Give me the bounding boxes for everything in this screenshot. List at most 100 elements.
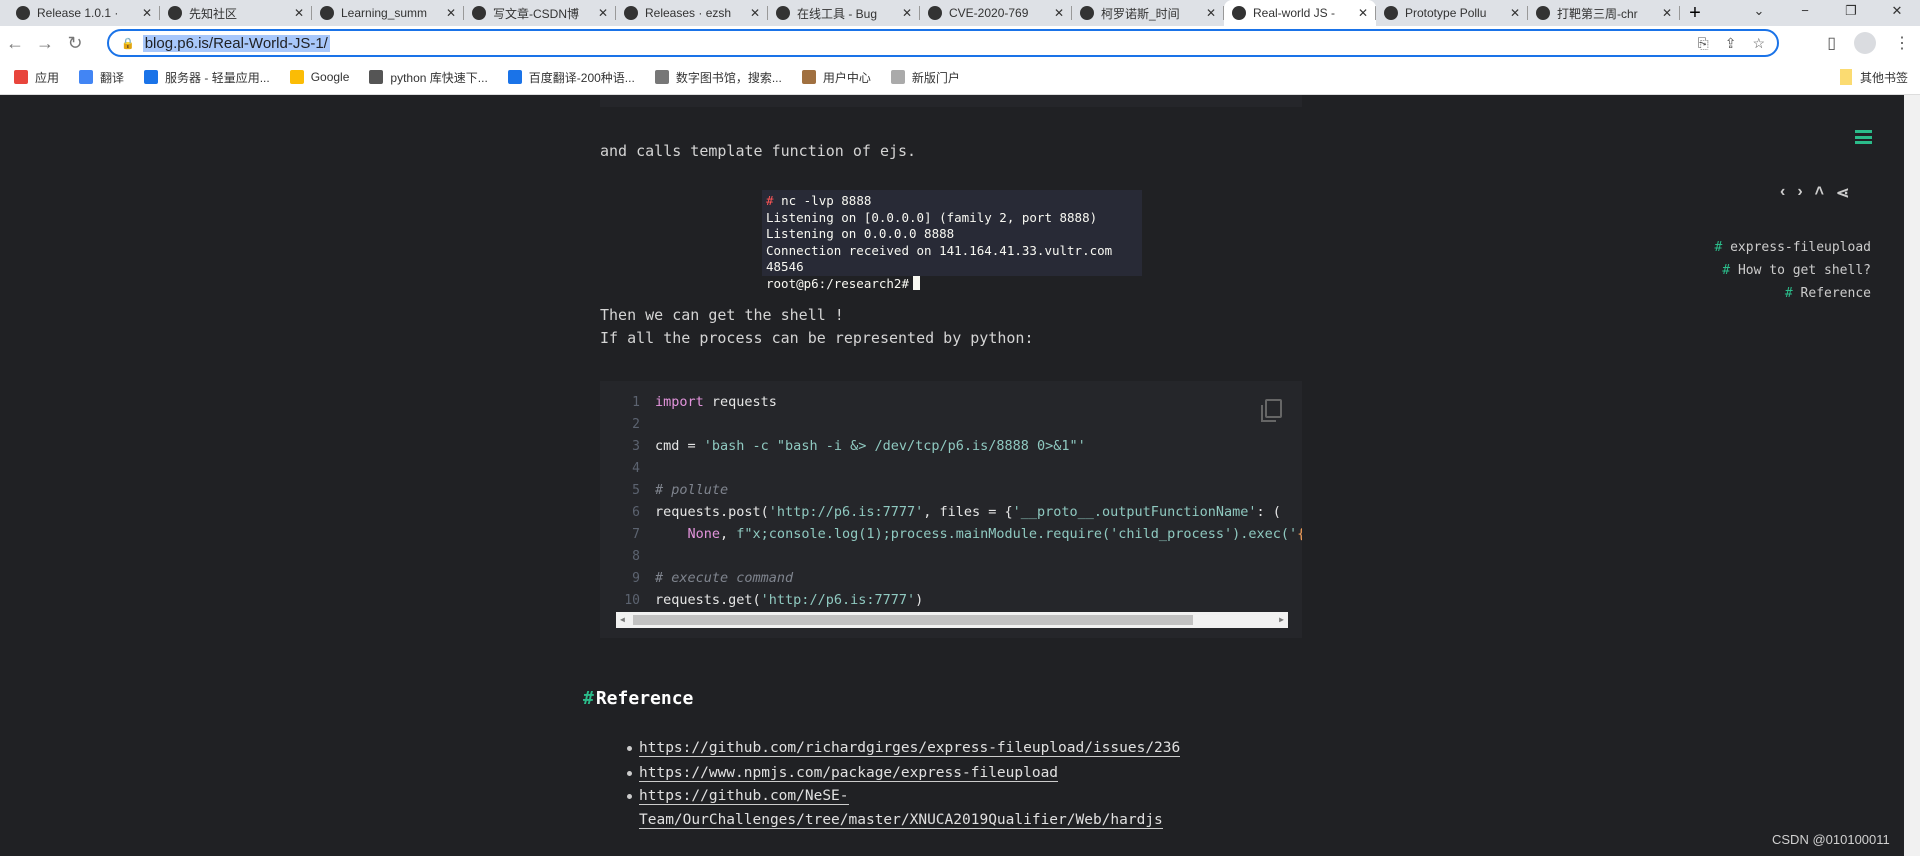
close-tab-icon[interactable]: ✕ xyxy=(750,6,760,20)
csdn-icon xyxy=(472,6,486,20)
scrollbar-thumb[interactable] xyxy=(633,615,1193,625)
tab[interactable]: 在线工具 - Bug ✕ xyxy=(768,0,920,26)
tab-title: 先知社区 xyxy=(189,6,238,21)
share-icon[interactable]: ⋖ xyxy=(1836,183,1849,203)
tab-title: Learning_summ xyxy=(341,6,428,20)
close-tab-icon[interactable]: ✕ xyxy=(1510,6,1520,20)
github-icon xyxy=(16,6,30,20)
bookmark-item[interactable]: 百度翻译-200种语... xyxy=(507,69,635,86)
paragraph: Then we can get the shell ! xyxy=(600,306,844,324)
code-block: 1 2 3 4 5 6 7 8 9 10 import requests cmd = 'bash … xyxy=(600,381,1302,638)
address-bar[interactable]: 🔒 blog.p6.is/Real-World-JS-1/ ⎘ ⇪ ☆ xyxy=(107,29,1779,57)
bookmark-icon xyxy=(14,70,28,84)
close-tab-icon[interactable]: ✕ xyxy=(446,6,456,20)
window-controls: ⌄ − ❐ ✕ xyxy=(1736,0,1920,22)
code-icon xyxy=(1536,6,1550,20)
tab[interactable]: Release 1.0.1 · ✕ xyxy=(8,0,160,26)
toolbar: ← → ↻ 🔒 blog.p6.is/Real-World-JS-1/ ⎘ ⇪ … xyxy=(0,26,1920,60)
restore-button[interactable]: ❐ xyxy=(1828,0,1874,22)
page-scrollbar[interactable] xyxy=(1904,95,1920,856)
tab[interactable]: 柯罗诺斯_时间 ✕ xyxy=(1072,0,1224,26)
bookmarks-bar: 应用 翻译 服务器 - 轻量应用... Google python 库快速下... 百度翻… xyxy=(0,60,1920,95)
reference-link[interactable]: Team/OurChallenges/tree/master/XNUCA2019… xyxy=(639,812,1163,829)
bookmark-icon xyxy=(654,70,669,84)
tab[interactable]: Real-world JS - ✕ xyxy=(1224,0,1376,26)
github-icon xyxy=(1384,6,1398,20)
close-tab-icon[interactable]: ✕ xyxy=(902,6,912,20)
bookmark-item[interactable]: 应用 xyxy=(14,69,59,86)
next-post-icon[interactable]: › xyxy=(1797,183,1802,203)
tab-search-button[interactable]: ⌄ xyxy=(1736,0,1782,22)
url-text[interactable]: blog.p6.is/Real-World-JS-1/ xyxy=(142,34,330,52)
back-button[interactable]: ← xyxy=(0,33,30,54)
bookmark-item[interactable]: 翻译 xyxy=(79,69,124,86)
bookmark-label: Google xyxy=(310,70,350,84)
tab-title: 打靶第三周-chr xyxy=(1557,6,1638,21)
close-tab-icon[interactable]: ✕ xyxy=(1054,6,1064,20)
tab[interactable]: 打靶第三周-chr ✕ xyxy=(1528,0,1680,26)
terminal-line: nc -lvp 8888 xyxy=(781,193,872,208)
new-tab-button[interactable]: + xyxy=(1680,0,1710,26)
lock-icon[interactable]: 🔒 xyxy=(121,37,135,50)
github-icon xyxy=(320,6,334,20)
bookmark-star-icon[interactable]: ☆ xyxy=(1752,35,1765,52)
toc-item[interactable]: # express-fileupload xyxy=(1714,240,1871,255)
hamburger-menu-icon[interactable] xyxy=(1855,130,1872,144)
tab[interactable]: CVE-2020-769 ✕ xyxy=(920,0,1072,26)
prompt-hash: # xyxy=(766,193,774,208)
reload-button[interactable]: ↻ xyxy=(60,33,90,54)
terminal-line: root@p6:/research2# xyxy=(766,275,909,291)
bookmark-label: 新版门户 xyxy=(911,70,960,85)
copy-icon[interactable] xyxy=(1261,399,1282,422)
horizontal-scrollbar[interactable]: ◀ ▶ xyxy=(616,612,1288,628)
close-tab-icon[interactable]: ✕ xyxy=(142,6,152,20)
reference-heading: # Reference xyxy=(583,688,694,709)
paragraph: and calls template function of ejs. xyxy=(600,142,917,160)
minimize-button[interactable]: − xyxy=(1782,0,1828,22)
bookmark-label: python 库快速下... xyxy=(390,70,488,85)
terminal-screenshot: # nc -lvp 8888 Listening on [0.0.0.0] (f… xyxy=(762,190,1142,291)
toc-item[interactable]: # How to get shell? xyxy=(1722,263,1871,278)
bookmark-item[interactable]: 服务器 - 轻量应用... xyxy=(144,69,270,86)
tab[interactable]: Prototype Pollu ✕ xyxy=(1376,0,1528,26)
bookmark-icon xyxy=(369,70,384,84)
share-icon[interactable]: ⇪ xyxy=(1725,35,1737,52)
xianzhi-icon xyxy=(168,6,182,20)
profile-avatar[interactable] xyxy=(1854,32,1876,54)
bookmark-icon xyxy=(79,70,94,84)
close-tab-icon[interactable]: ✕ xyxy=(1662,6,1672,20)
bookmark-item[interactable]: Google xyxy=(289,69,350,86)
menu-kebab-icon[interactable]: ⋮ xyxy=(1894,33,1910,53)
scroll-right-arrow-icon[interactable]: ▶ xyxy=(1279,612,1284,628)
close-tab-icon[interactable]: ✕ xyxy=(1358,6,1368,20)
side-panel-icon[interactable]: ▯ xyxy=(1827,33,1836,53)
close-tab-icon[interactable]: ✕ xyxy=(1206,6,1216,20)
tab[interactable]: Releases · ezsh ✕ xyxy=(616,0,768,26)
line-number: 5 xyxy=(632,483,640,498)
other-bookmarks[interactable]: 其他书签 xyxy=(1839,69,1908,86)
bookmark-item[interactable]: python 库快速下... xyxy=(369,69,488,86)
bookmark-icon xyxy=(507,70,522,84)
close-tab-icon[interactable]: ✕ xyxy=(294,6,304,20)
bookmark-item[interactable]: 用户中心 xyxy=(801,69,871,86)
tab[interactable]: 先知社区 ✕ xyxy=(160,0,312,26)
code-line: None, f"x;console.log(1);process.mainMod… xyxy=(687,526,1302,542)
reference-link[interactable]: https://github.com/richardgirges/express… xyxy=(639,740,1181,757)
tab[interactable]: 写文章-CSDN博 ✕ xyxy=(464,0,616,26)
close-tab-icon[interactable]: ✕ xyxy=(598,6,608,20)
tab[interactable]: Learning_summ ✕ xyxy=(312,0,464,26)
translate-icon[interactable]: ⎘ xyxy=(1698,35,1709,52)
scroll-left-arrow-icon[interactable]: ◀ xyxy=(620,612,625,628)
tab-title: Prototype Pollu xyxy=(1405,6,1487,20)
bookmark-label: 用户中心 xyxy=(822,70,871,85)
close-window-button[interactable]: ✕ xyxy=(1874,0,1920,22)
forward-button[interactable]: → xyxy=(30,33,60,54)
prev-post-icon[interactable]: ‹ xyxy=(1780,183,1785,203)
reference-link[interactable]: https://www.npmjs.com/package/express-fi… xyxy=(639,765,1059,782)
bookmark-item[interactable]: 新版门户 xyxy=(890,69,960,86)
tab-title: Release 1.0.1 · xyxy=(37,6,119,20)
toc-item[interactable]: # Reference xyxy=(1785,286,1871,301)
bookmark-item[interactable]: 数字图书馆，搜索... xyxy=(654,69,782,86)
reference-link[interactable]: https://github.com/NeSE- xyxy=(639,788,849,805)
scroll-top-icon[interactable]: ˄ xyxy=(1815,183,1824,203)
